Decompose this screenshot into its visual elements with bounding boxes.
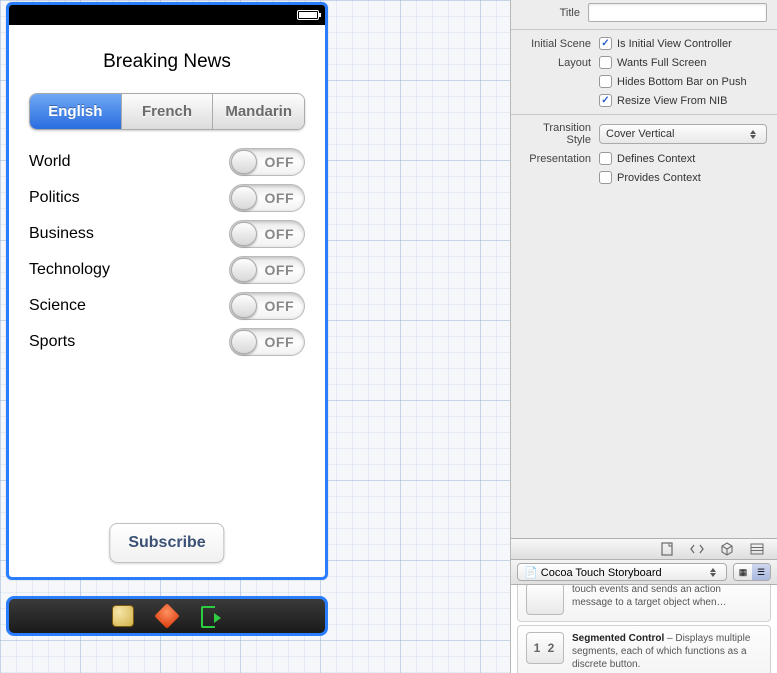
library-item-desc: Segmented Control – Displays multiple se…	[572, 632, 762, 671]
defines-context-label: Defines Context	[617, 153, 695, 165]
library-item-thumb	[526, 585, 564, 615]
library-item-desc: touch events and sends an action message…	[572, 585, 762, 615]
list-view-button[interactable]: ☰	[752, 564, 770, 580]
file-template-icon[interactable]	[659, 542, 675, 556]
select-arrows-icon	[706, 564, 720, 580]
toggle-label: Sports	[29, 333, 75, 351]
wants-full-screen-label: Wants Full Screen	[617, 57, 706, 69]
library-toolbar: 📄 Cocoa Touch Storyboard ▦ ☰	[510, 560, 777, 585]
provides-context-checkbox[interactable]	[599, 171, 612, 184]
segment-french[interactable]: French	[122, 94, 214, 129]
toggle-label: Science	[29, 297, 86, 315]
library-item-button[interactable]: touch events and sends an action message…	[517, 585, 771, 622]
layout-label: Layout	[517, 57, 599, 69]
library-view-mode-toggle[interactable]: ▦ ☰	[733, 563, 771, 581]
status-bar	[9, 5, 325, 25]
media-library-icon[interactable]	[749, 542, 765, 556]
resize-from-nib-checkbox[interactable]: ✓	[599, 94, 612, 107]
title-input[interactable]	[588, 3, 767, 22]
toggle-business[interactable]: OFF	[229, 220, 305, 248]
toggle-science[interactable]: OFF	[229, 292, 305, 320]
toggle-label: World	[29, 153, 71, 171]
library-item-segmented-control[interactable]: 1 2 Segmented Control – Displays multipl…	[517, 625, 771, 673]
title-field-label: Title	[517, 7, 588, 19]
library-filter-select[interactable]: 📄 Cocoa Touch Storyboard	[517, 563, 727, 581]
is-initial-vc-label: Is Initial View Controller	[617, 38, 732, 50]
code-snippet-icon[interactable]	[689, 542, 705, 556]
toggle-row-technology: Technology OFF	[29, 256, 305, 284]
segment-english[interactable]: English	[30, 94, 122, 129]
library-item-thumb: 1 2	[526, 632, 564, 664]
toggle-politics[interactable]: OFF	[229, 184, 305, 212]
first-responder-icon[interactable]	[156, 605, 178, 627]
hides-bottom-bar-label: Hides Bottom Bar on Push	[617, 76, 747, 88]
toggle-row-politics: Politics OFF	[29, 184, 305, 212]
language-segmented-control[interactable]: English French Mandarin	[29, 93, 305, 130]
toggle-world[interactable]: OFF	[229, 148, 305, 176]
object-library-icon[interactable]	[719, 542, 735, 556]
select-arrows-icon	[746, 126, 760, 142]
toggle-row-world: World OFF	[29, 148, 305, 176]
view-controller-icon[interactable]	[112, 605, 134, 627]
subscribe-button[interactable]: Subscribe	[109, 523, 224, 563]
attributes-inspector: Title Initial Scene ✓ Is Initial View Co…	[510, 0, 777, 540]
toggle-label: Politics	[29, 189, 80, 207]
view-controller-scene[interactable]: Breaking News English French Mandarin Wo…	[6, 2, 328, 580]
presentation-label: Presentation	[517, 153, 599, 165]
toggle-label: Business	[29, 225, 94, 243]
object-library[interactable]: touch events and sends an action message…	[510, 585, 777, 673]
segment-mandarin[interactable]: Mandarin	[213, 94, 304, 129]
exit-icon[interactable]	[200, 605, 222, 627]
provides-context-label: Provides Context	[617, 172, 701, 184]
is-initial-vc-checkbox[interactable]: ✓	[599, 37, 612, 50]
resize-from-nib-label: Resize View From NIB	[617, 95, 727, 107]
wants-full-screen-checkbox[interactable]	[599, 56, 612, 69]
toggle-label: Technology	[29, 261, 110, 279]
library-filter-bar	[510, 538, 777, 560]
toggle-technology[interactable]: OFF	[229, 256, 305, 284]
initial-scene-label: Initial Scene	[517, 38, 599, 50]
toggle-row-science: Science OFF	[29, 292, 305, 320]
transition-style-select[interactable]: Cover Vertical	[599, 124, 767, 144]
page-title: Breaking News	[29, 51, 305, 73]
transition-style-label: Transition Style	[517, 122, 599, 146]
scene-dock[interactable]	[6, 596, 328, 636]
toggle-sports[interactable]: OFF	[229, 328, 305, 356]
toggle-row-sports: Sports OFF	[29, 328, 305, 356]
battery-icon	[297, 10, 319, 20]
grid-view-button[interactable]: ▦	[734, 564, 752, 580]
toggle-row-business: Business OFF	[29, 220, 305, 248]
hides-bottom-bar-checkbox[interactable]	[599, 75, 612, 88]
defines-context-checkbox[interactable]	[599, 152, 612, 165]
